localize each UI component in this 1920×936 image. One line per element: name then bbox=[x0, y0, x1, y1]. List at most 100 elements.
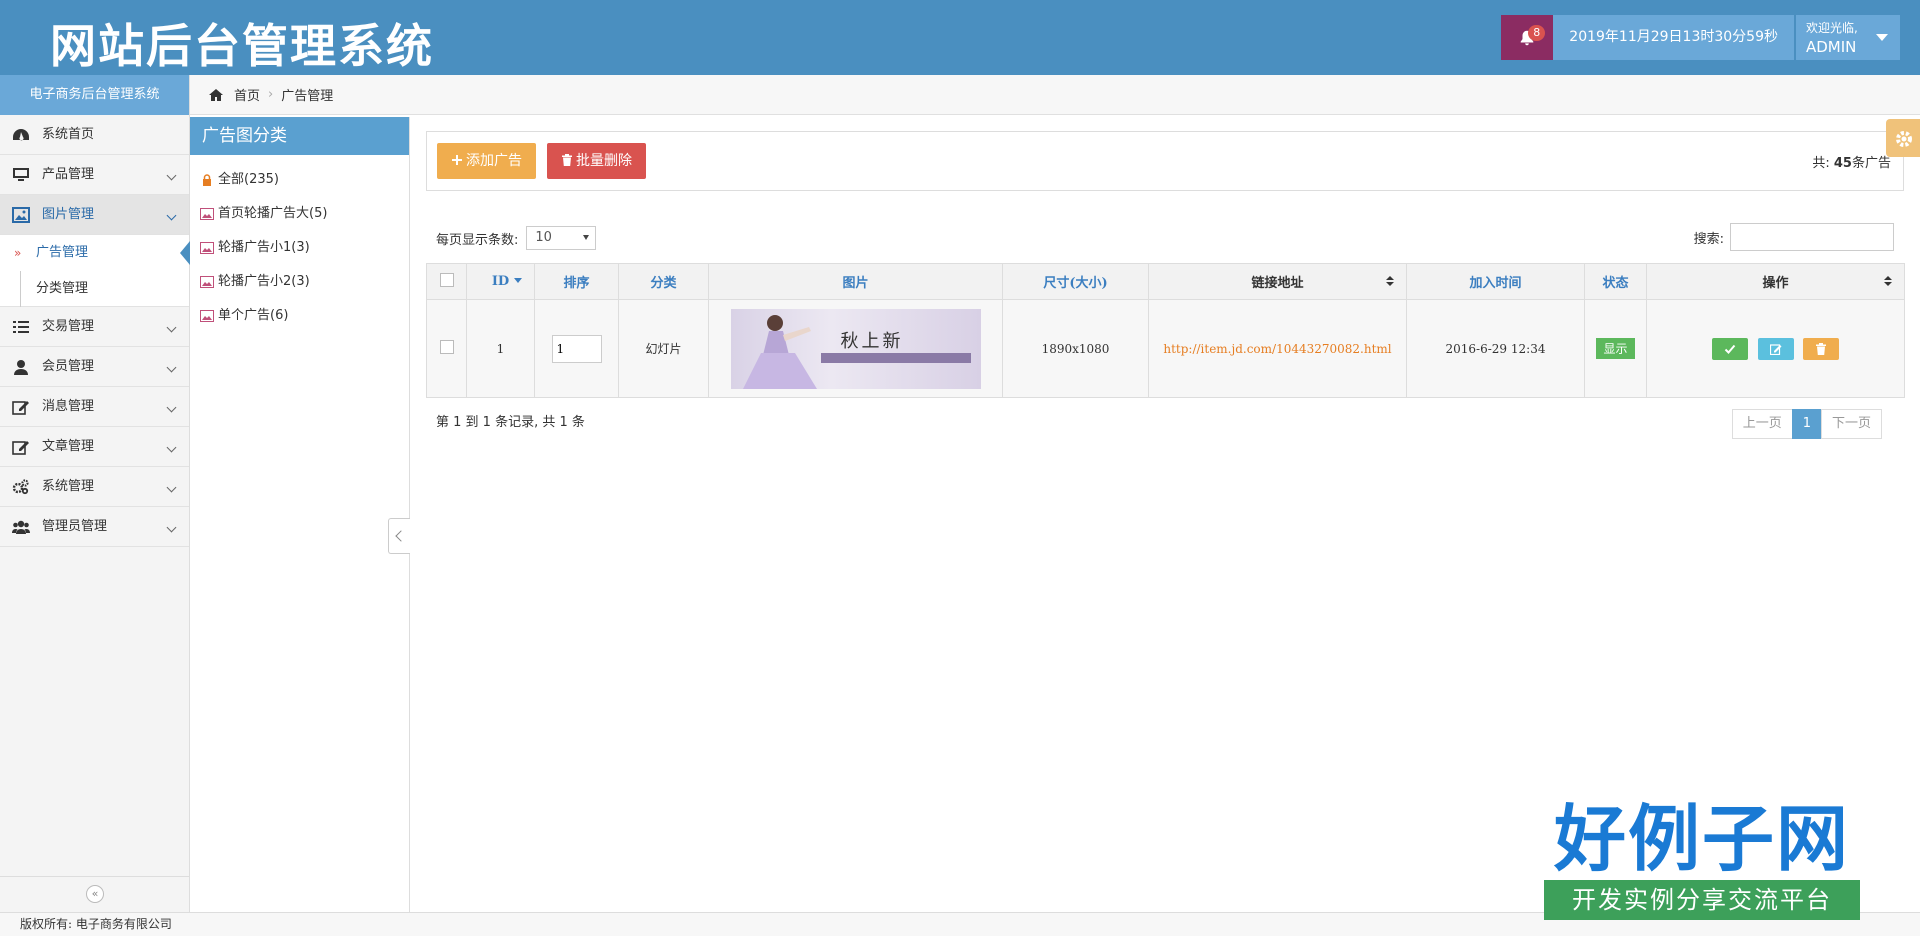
batch-delete-label: 批量删除 bbox=[576, 153, 632, 169]
sidebar-item-system[interactable]: 系统管理 bbox=[0, 467, 189, 507]
status-badge[interactable]: 显示 bbox=[1596, 338, 1635, 359]
header-right: 8 2019年11月29日13时30分59秒 欢迎光临, ADMIN bbox=[1501, 15, 1900, 60]
column-header-size[interactable]: 尺寸(大小) bbox=[1002, 263, 1149, 300]
chevron-down-icon bbox=[166, 170, 177, 181]
main-content: 添加广告 批量删除 共: 45条广告 每页显示条数: 10 搜索: ID 排序 … bbox=[410, 117, 1920, 912]
image-icon bbox=[200, 208, 214, 220]
added-cell: 2016-6-29 12:34 bbox=[1406, 299, 1585, 398]
sidebar-subitem-category-management[interactable]: 分类管理 bbox=[0, 271, 189, 307]
category-item-label: 全部(235) bbox=[218, 172, 279, 187]
page-number-button[interactable]: 1 bbox=[1791, 409, 1822, 439]
breadcrumb-separator: › bbox=[268, 87, 274, 102]
panel-collapse-toggle[interactable] bbox=[388, 518, 410, 554]
search-input[interactable] bbox=[1730, 223, 1894, 251]
page-size-select[interactable]: 10 bbox=[526, 226, 597, 250]
add-ad-label: 添加广告 bbox=[466, 153, 522, 169]
ad-thumbnail-title: 秋上新 bbox=[840, 330, 904, 352]
datetime-display: 2019年11月29日13时30分59秒 bbox=[1553, 15, 1794, 60]
category-panel: 广告图分类 全部(235) 首页轮播广告大(5) 轮播广告小1(3) 轮播广告小… bbox=[190, 117, 410, 912]
category-item-single[interactable]: 单个广告(6) bbox=[190, 299, 409, 333]
settings-tab[interactable] bbox=[1886, 119, 1920, 157]
column-header-image[interactable]: 图片 bbox=[708, 263, 1003, 300]
batch-delete-button[interactable]: 批量删除 bbox=[547, 143, 646, 179]
total-suffix: 条广告 bbox=[1851, 156, 1891, 171]
sidebar-item-home[interactable]: 系统首页 bbox=[0, 115, 189, 155]
list-icon bbox=[13, 321, 29, 333]
sidebar-footer: « bbox=[0, 876, 190, 912]
toolbar: 添加广告 批量删除 共: 45条广告 bbox=[426, 131, 1904, 191]
chevron-left-icon bbox=[395, 530, 407, 542]
records-info: 第 1 到 1 条记录, 共 1 条 bbox=[436, 415, 585, 430]
gear-icon bbox=[1896, 131, 1912, 147]
edit-icon bbox=[12, 441, 29, 455]
sidebar-item-images[interactable]: 图片管理 bbox=[0, 195, 189, 235]
category-item-home-carousel-large[interactable]: 首页轮播广告大(5) bbox=[190, 197, 409, 231]
image-icon bbox=[200, 276, 214, 288]
prev-page-button[interactable]: 上一页 bbox=[1731, 409, 1793, 439]
notification-button[interactable]: 8 bbox=[1501, 15, 1554, 60]
column-header-id[interactable]: ID bbox=[466, 263, 535, 300]
row-select-cell bbox=[426, 299, 467, 398]
sidebar-item-members[interactable]: 会员管理 bbox=[0, 347, 189, 387]
sidebar-item-transactions[interactable]: 交易管理 bbox=[0, 307, 189, 347]
trash-icon bbox=[562, 154, 572, 166]
model-figure bbox=[742, 314, 817, 389]
gears-icon bbox=[12, 479, 29, 495]
users-icon bbox=[12, 520, 30, 534]
category-item-carousel-small-2[interactable]: 轮播广告小2(3) bbox=[190, 265, 409, 299]
edit-button[interactable] bbox=[1757, 337, 1794, 360]
order-input[interactable] bbox=[551, 334, 602, 363]
total-prefix: 共: bbox=[1812, 156, 1830, 171]
link-cell: http://item.jd.com/10443270082.html bbox=[1148, 299, 1407, 398]
sort-icon bbox=[1386, 276, 1394, 286]
chevron-down-icon bbox=[166, 442, 177, 453]
ad-table: ID 排序 分类 图片 尺寸(大小) 链接地址 加入时间 状态 操作 1 幻灯片 bbox=[426, 263, 1905, 398]
breadcrumb-home[interactable]: 首页 bbox=[234, 85, 260, 104]
sidebar-item-articles[interactable]: 文章管理 bbox=[0, 427, 189, 467]
row-checkbox[interactable] bbox=[439, 340, 454, 354]
sidebar-subitem-ad-management[interactable]: » 广告管理 bbox=[0, 235, 190, 271]
sidebar-item-label: 产品管理 bbox=[42, 167, 95, 182]
watermark-logo-tagline: 开发实例分享交流平台 bbox=[1544, 880, 1860, 920]
chevron-down-icon bbox=[166, 322, 177, 333]
category-item-label: 轮播广告小1(3) bbox=[218, 240, 310, 255]
select-all-header bbox=[426, 263, 467, 300]
add-ad-button[interactable]: 添加广告 bbox=[437, 143, 536, 179]
category-panel-title: 广告图分类 bbox=[190, 117, 409, 155]
sidebar-item-messages[interactable]: 消息管理 bbox=[0, 387, 189, 427]
site-brand-title: 网站后台管理系统 bbox=[50, 19, 434, 73]
sidebar-item-admins[interactable]: 管理员管理 bbox=[0, 507, 189, 547]
column-header-link[interactable]: 链接地址 bbox=[1148, 263, 1407, 300]
actions-cell bbox=[1646, 299, 1905, 398]
sidebar-collapse-button[interactable]: « bbox=[86, 885, 104, 903]
column-header-status[interactable]: 状态 bbox=[1584, 263, 1647, 300]
approve-button[interactable] bbox=[1711, 337, 1748, 360]
delete-button[interactable] bbox=[1803, 337, 1840, 360]
active-marker: » bbox=[14, 246, 22, 260]
category-item-carousel-small-1[interactable]: 轮播广告小1(3) bbox=[190, 231, 409, 265]
next-page-button[interactable]: 下一页 bbox=[1820, 409, 1882, 439]
category-cell: 幻灯片 bbox=[618, 299, 709, 398]
chevron-down-icon bbox=[166, 362, 177, 373]
top-header: 网站后台管理系统 8 2019年11月29日13时30分59秒 欢迎光临, AD… bbox=[0, 0, 1920, 75]
ad-thumbnail[interactable]: 秋上新 bbox=[730, 308, 981, 389]
column-header-category[interactable]: 分类 bbox=[618, 263, 709, 300]
edit-icon bbox=[1769, 343, 1781, 355]
sidebar-item-label: 交易管理 bbox=[42, 319, 95, 334]
column-header-added[interactable]: 加入时间 bbox=[1406, 263, 1585, 300]
select-all-checkbox[interactable] bbox=[439, 272, 454, 287]
page-size-value: 10 bbox=[535, 230, 552, 245]
ad-thumbnail-strip bbox=[820, 352, 971, 363]
sidebar-item-label: 消息管理 bbox=[42, 399, 95, 414]
column-header-order[interactable]: 排序 bbox=[534, 263, 619, 300]
column-header-actions[interactable]: 操作 bbox=[1646, 263, 1905, 300]
link-url[interactable]: http://item.jd.com/10443270082.html bbox=[1149, 340, 1406, 358]
pagination: 上一页 1 下一页 bbox=[1731, 409, 1882, 439]
notification-badge: 8 bbox=[1528, 25, 1546, 41]
category-item-label: 轮播广告小2(3) bbox=[218, 274, 310, 289]
user-menu[interactable]: 欢迎光临, ADMIN bbox=[1796, 15, 1900, 60]
monitor-icon bbox=[13, 168, 29, 181]
category-item-all[interactable]: 全部(235) bbox=[190, 163, 409, 197]
sidebar-item-products[interactable]: 产品管理 bbox=[0, 155, 189, 195]
category-item-label: 单个广告(6) bbox=[218, 308, 289, 323]
